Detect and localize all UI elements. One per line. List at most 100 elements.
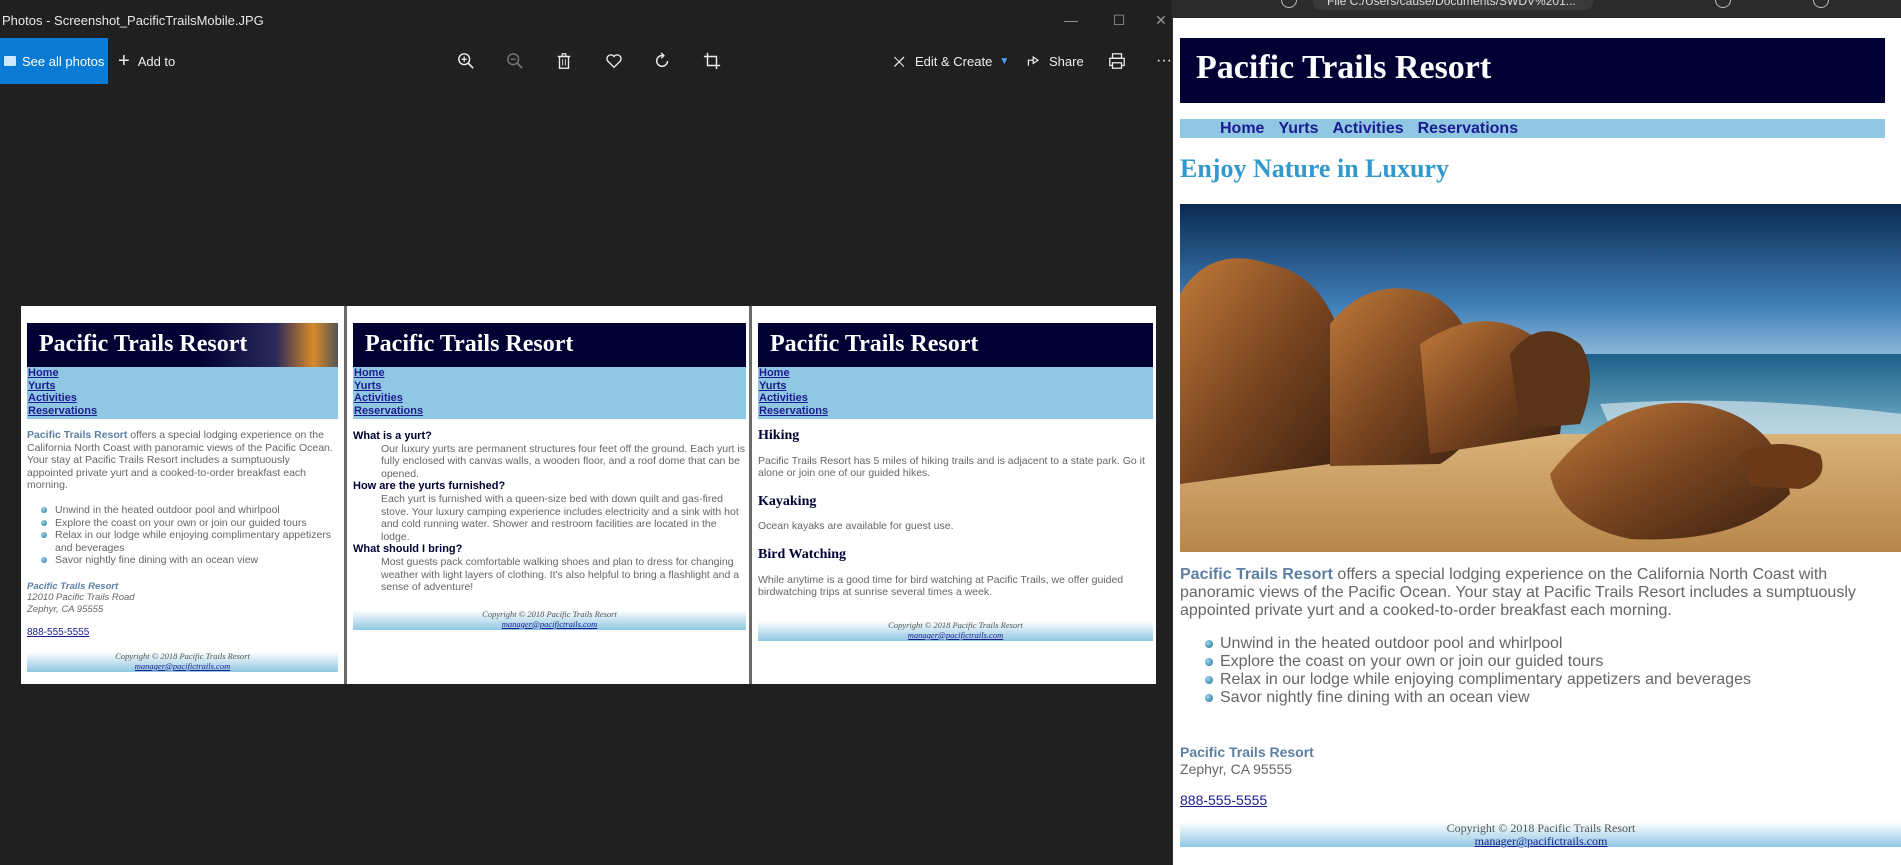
- phone-link[interactable]: 888-555-5555: [1180, 792, 1267, 808]
- intro-paragraph: Pacific Trails Resort offers a special l…: [27, 429, 338, 492]
- mobile-home-content: Pacific Trails Resort offers a special l…: [27, 429, 338, 640]
- refresh-icon[interactable]: [1281, 0, 1297, 8]
- brand-name: Pacific Trails Resort: [1180, 566, 1333, 583]
- yurts-faq: What is a yurt? Our luxury yurts are per…: [353, 430, 746, 594]
- mobile-yurts-panel: Pacific Trails Resort Home Yurts Activit…: [344, 306, 749, 684]
- delete-icon[interactable]: [553, 50, 575, 72]
- nav-home-link[interactable]: Home: [1220, 120, 1264, 138]
- nav-reservations-link[interactable]: Reservations: [1418, 120, 1519, 138]
- faq-answer: Each yurt is furnished with a queen-size…: [381, 492, 739, 543]
- address-block: Pacific Trails Resort 12010 Pacific Trai…: [27, 581, 338, 616]
- list-item: Unwind in the heated outdoor pool and wh…: [41, 504, 338, 517]
- mobile-header: Pacific Trails Resort: [27, 323, 338, 367]
- nav-yurts-link[interactable]: Yurts: [759, 380, 1152, 393]
- faq-answer: Most guests pack comfortable walking sho…: [381, 555, 740, 594]
- list-item: Explore the coast on your own or join ou…: [41, 517, 338, 530]
- brand-name: Pacific Trails Resort: [27, 429, 128, 441]
- list-item: Explore the coast on your own or join ou…: [1205, 653, 1885, 671]
- share-label: Share: [1049, 53, 1084, 69]
- page-footer: Copyright © 2018 Pacific Trails Resort m…: [1180, 822, 1901, 848]
- nav-activities-link[interactable]: Activities: [354, 392, 745, 405]
- nav-reservations-link[interactable]: Reservations: [28, 405, 337, 418]
- email-link[interactable]: manager@pacifictrails.com: [353, 619, 746, 630]
- amenities-list: Unwind in the heated outdoor pool and wh…: [41, 504, 338, 567]
- address-name: Pacific Trails Resort: [27, 580, 119, 592]
- mobile-activities-panel: Pacific Trails Resort Home Yurts Activit…: [749, 306, 1156, 684]
- activities-content: Hiking Pacific Trails Resort has 5 miles…: [758, 428, 1153, 599]
- email-link[interactable]: manager@pacifictrails.com: [27, 661, 338, 672]
- more-options-button[interactable]: ···: [1156, 38, 1172, 84]
- zoom-out-icon[interactable]: [504, 50, 526, 72]
- nav-reservations-link[interactable]: Reservations: [759, 405, 1152, 418]
- heart-icon[interactable]: [603, 50, 625, 72]
- faq-answer: Our luxury yurts are permanent structure…: [381, 442, 745, 480]
- mobile-nav: Home Yurts Activities Reservations: [758, 367, 1153, 419]
- contact-city: Zephyr, CA 95555: [1180, 760, 1293, 777]
- rotate-icon[interactable]: [652, 50, 674, 72]
- nav-home-link[interactable]: Home: [759, 367, 1152, 380]
- photos-toolbar: See all photos + Add to Edit & Create ▼ …: [0, 38, 1172, 84]
- mobile-header: Pacific Trails Resort: [758, 323, 1153, 367]
- list-item: Relax in our lodge while enjoying compli…: [1205, 671, 1885, 689]
- mobile-home-panel: Pacific Trails Resort Home Yurts Activit…: [21, 306, 344, 684]
- faq-question: What should I bring?: [353, 543, 463, 556]
- window-title: Photos - Screenshot_PacificTrailsMobile.…: [2, 13, 264, 28]
- address-bar[interactable]: File C:/Users/cause/Documents/SWDV%201..…: [1313, 0, 1593, 10]
- mobile-nav: Home Yurts Activities Reservations: [27, 367, 338, 419]
- print-icon[interactable]: [1106, 50, 1128, 72]
- add-to-button[interactable]: + Add to: [118, 38, 175, 84]
- amenities-list: Unwind in the heated outdoor pool and wh…: [1205, 635, 1885, 707]
- activity-text: Ocean kayaks are available for guest use…: [758, 520, 954, 533]
- add-to-label: Add to: [137, 53, 176, 69]
- nav-activities-link[interactable]: Activities: [1332, 120, 1403, 138]
- contact-name: Pacific Trails Resort: [1180, 744, 1314, 760]
- browser-toolbar: File C:/Users/cause/Documents/SWDV%201..…: [1173, 0, 1901, 18]
- list-item: Unwind in the heated outdoor pool and wh…: [1205, 635, 1885, 653]
- email-link[interactable]: manager@pacifictrails.com: [1180, 835, 1901, 848]
- faq-question: What is a yurt?: [353, 430, 432, 442]
- avatar[interactable]: [1813, 0, 1829, 8]
- mobile-footer: Copyright © 2018 Pacific Trails Resort m…: [758, 620, 1153, 641]
- list-item: Relax in our lodge while enjoying compli…: [41, 529, 338, 554]
- maximize-button[interactable]: ☐: [1104, 8, 1134, 32]
- crop-icon[interactable]: [701, 50, 723, 72]
- activity-heading: Kayaking: [758, 493, 817, 509]
- nav-home-link[interactable]: Home: [28, 367, 337, 380]
- minimize-button[interactable]: —: [1056, 8, 1086, 32]
- nav-activities-link[interactable]: Activities: [759, 392, 1152, 405]
- nav-reservations-link[interactable]: Reservations: [354, 405, 745, 418]
- activity-text: Pacific Trails Resort has 5 miles of hik…: [758, 454, 1145, 480]
- list-item: Savor nightly fine dining with an ocean …: [41, 554, 338, 567]
- edit-create-label: Edit & Create: [915, 53, 993, 69]
- photos-window: Photos - Screenshot_PacificTrailsMobile.…: [0, 0, 1172, 865]
- share-icon: [1027, 55, 1040, 66]
- hero-image: [1180, 204, 1901, 552]
- nav-activities-link[interactable]: Activities: [28, 392, 337, 405]
- activity-heading: Bird Watching: [758, 546, 847, 562]
- plus-icon: +: [118, 50, 130, 72]
- mobile-nav: Home Yurts Activities Reservations: [353, 367, 746, 419]
- desktop: Photos - Screenshot_PacificTrailsMobile.…: [0, 0, 1901, 865]
- phone-link[interactable]: 888-555-5555: [27, 627, 338, 640]
- edit-icon: [893, 56, 905, 68]
- nav-yurts-link[interactable]: Yurts: [354, 380, 745, 393]
- faq-question: How are the yurts furnished?: [353, 480, 506, 493]
- intro-paragraph: Pacific Trails Resort offers a special l…: [1180, 566, 1885, 620]
- see-all-photos-button[interactable]: See all photos: [0, 38, 108, 84]
- zoom-in-icon[interactable]: [455, 50, 477, 72]
- address-city: Zephyr, CA 95555: [27, 603, 104, 615]
- chevron-down-icon: ▼: [999, 55, 1010, 67]
- page-header: Pacific Trails Resort: [1180, 38, 1885, 103]
- contact-block: Pacific Trails Resort Zephyr, CA 95555: [1180, 744, 1314, 777]
- browser-page: Pacific Trails Resort Home Yurts Activit…: [1173, 18, 1901, 865]
- activity-heading: Hiking: [758, 428, 800, 443]
- profile-icon[interactable]: [1715, 0, 1731, 8]
- activity-text: While anytime is a good time for bird wa…: [758, 573, 1124, 599]
- page-heading: Enjoy Nature in Luxury: [1180, 154, 1449, 183]
- email-link[interactable]: manager@pacifictrails.com: [758, 630, 1153, 641]
- nav-yurts-link[interactable]: Yurts: [28, 380, 337, 393]
- nav-yurts-link[interactable]: Yurts: [1278, 120, 1318, 138]
- nav-home-link[interactable]: Home: [354, 367, 745, 380]
- edit-create-button[interactable]: Edit & Create ▼: [892, 38, 1009, 84]
- share-button[interactable]: Share: [1026, 38, 1084, 84]
